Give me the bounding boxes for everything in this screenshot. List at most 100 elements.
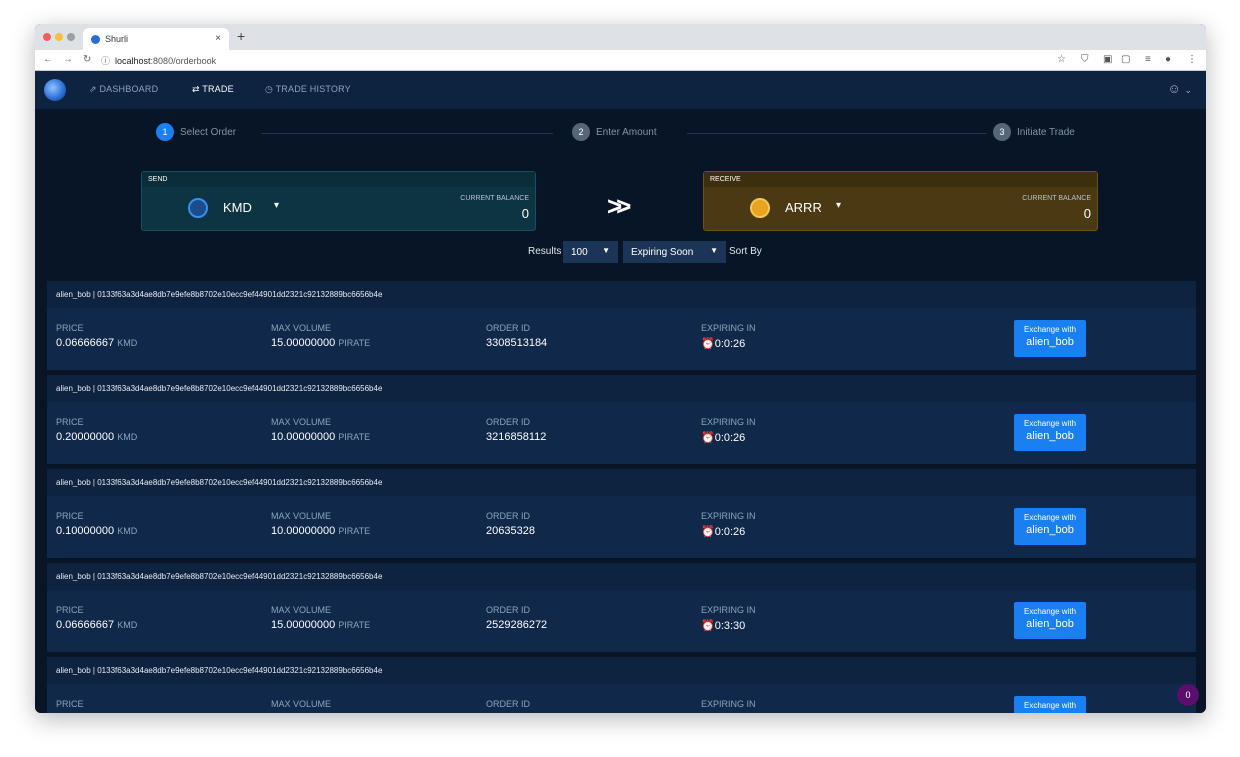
send-balance-label: CURRENT BALANCE	[460, 195, 529, 202]
price-label: PRICE	[56, 323, 84, 333]
browser-tab[interactable]: Shurli ×	[83, 28, 229, 50]
order-maker: alien_bob | 0133f63a3d4ae8db7e9efe8b8702…	[47, 375, 1196, 402]
caret-down-icon: ▾	[836, 200, 842, 211]
rocket-icon: ⇗	[89, 84, 100, 94]
send-balance-value: 0	[521, 206, 529, 221]
order-id-column: ORDER ID 20635328	[486, 511, 535, 537]
volume-unit: PIRATE	[338, 432, 371, 442]
step-number: 2	[572, 123, 590, 141]
trade-stepper: 1 Select Order 2 Enter Amount 3 Initiate…	[35, 123, 1206, 145]
exchange-button-label: Exchange with	[1023, 419, 1077, 428]
shurli-favicon-icon	[91, 34, 100, 44]
price-column: PRICE	[56, 699, 84, 709]
expiring-label: EXPIRING IN	[701, 699, 756, 709]
exchange-button-maker: alien_bob	[1026, 524, 1074, 536]
orderbook-page: 1 Select Order 2 Enter Amount 3 Initiate…	[35, 109, 1206, 713]
exchange-button-label: Exchange with	[1023, 701, 1077, 710]
alarm-clock-icon: ⏰	[701, 526, 715, 538]
exchange-button-maker: alien_bob	[1026, 618, 1074, 630]
order-id-column: ORDER ID 3308513184	[486, 323, 547, 349]
exchange-button[interactable]: Exchange with	[1014, 696, 1086, 713]
price-value: 0.10000000	[56, 525, 115, 537]
url-field[interactable]: ⓘ localhost:8080/orderbook	[101, 53, 1061, 68]
app-logo-icon[interactable]	[44, 79, 66, 101]
volume-column: MAX VOLUME	[271, 699, 331, 709]
price-unit: KMD	[117, 620, 138, 630]
tab-title: Shurli	[105, 34, 129, 44]
expiring-value: 0:0:26	[714, 526, 746, 538]
close-tab-icon[interactable]: ×	[215, 33, 221, 44]
price-label: PRICE	[56, 511, 84, 521]
order-details: PRICE 0.10000000 KMD MAX VOLUME 10.0000000…	[47, 496, 1196, 558]
order-id-label: ORDER ID	[486, 417, 531, 427]
price-value: 0.06666667	[56, 619, 115, 631]
order-maker: alien_bob | 0133f63a3d4ae8db7e9efe8b8702…	[47, 563, 1196, 590]
step-number: 1	[156, 123, 174, 141]
order-id-label: ORDER ID	[486, 323, 531, 333]
order-details: PRICE MAX VOLUME ORDER ID EXPIRING IN Ex…	[47, 684, 1196, 713]
sort-select[interactable]: Expiring Soon ▼	[623, 241, 726, 263]
volume-column: MAX VOLUME 10.00000000 PIRATE	[271, 417, 370, 443]
nav-item-label: DASHBOARD	[99, 84, 159, 94]
reading-list-icon[interactable]: ≡	[1145, 54, 1151, 65]
caret-down-icon: ▾	[274, 200, 280, 211]
reload-icon[interactable]: ↻	[83, 54, 91, 65]
info-icon: ⓘ	[101, 56, 111, 66]
volume-value: 10.00000000	[271, 431, 336, 443]
volume-label: MAX VOLUME	[271, 417, 332, 427]
order-details: PRICE 0.06666667 KMD MAX VOLUME 15.0000000…	[47, 308, 1196, 370]
send-coin-select[interactable]: KMD ▾ CURRENT BALANCE 0	[142, 188, 535, 230]
volume-value: 15.00000000	[271, 337, 336, 349]
exchange-button[interactable]: Exchange with alien_bob	[1014, 508, 1086, 545]
nav-item-label: TRADE HISTORY	[275, 84, 351, 94]
receive-coin-name: ARRR	[785, 200, 822, 215]
step-number: 3	[993, 123, 1011, 141]
results-select[interactable]: 100 ▼	[563, 241, 618, 263]
bookmark-star-icon[interactable]: ☆	[1057, 54, 1066, 65]
user-icon: ☺	[1167, 81, 1181, 96]
receive-coin-select[interactable]: ARRR ▾ CURRENT BALANCE 0	[704, 188, 1097, 230]
url-path: :8080/orderbook	[150, 55, 217, 66]
step-label: Select Order	[180, 126, 237, 138]
shield-extension-icon[interactable]: ⛉	[1081, 54, 1089, 65]
order-list: alien_bob | 0133f63a3d4ae8db7e9efe8b8702…	[47, 281, 1196, 713]
extension-icon[interactable]: ▢	[1121, 54, 1130, 65]
close-window-button[interactable]	[43, 33, 51, 41]
swap-direction-icon: >>	[607, 191, 632, 221]
minimize-window-button[interactable]	[55, 33, 63, 41]
extension-icon[interactable]: ▣	[1103, 54, 1112, 65]
order-id-label: ORDER ID	[486, 699, 531, 709]
order-id-value: 20635328	[486, 525, 535, 537]
receive-panel: RECEIVE ARRR ▾ CURRENT BALANCE 0	[703, 171, 1098, 231]
profile-avatar-icon[interactable]: ●	[1165, 54, 1171, 65]
order-id-column: ORDER ID 2529286272	[486, 605, 547, 631]
nav-item-trade-history[interactable]: ◷ TRADE HISTORY	[265, 84, 351, 95]
volume-unit: PIRATE	[338, 526, 371, 536]
new-tab-button[interactable]: +	[237, 28, 245, 44]
expiring-column: EXPIRING IN ⏰0:0:26	[701, 323, 756, 350]
menu-dots-icon[interactable]: ⋮	[1187, 54, 1197, 65]
nav-item-trade[interactable]: ⇄ TRADE	[192, 84, 234, 95]
sort-by-label: Sort By	[729, 246, 762, 257]
nav-item-dashboard[interactable]: ⇗ DASHBOARD	[89, 84, 158, 95]
order-maker: alien_bob | 0133f63a3d4ae8db7e9efe8b8702…	[47, 281, 1196, 308]
exchange-button[interactable]: Exchange with alien_bob	[1014, 414, 1086, 451]
exchange-button[interactable]: Exchange with alien_bob	[1014, 320, 1086, 357]
expiring-label: EXPIRING IN	[701, 511, 756, 521]
volume-column: MAX VOLUME 15.00000000 PIRATE	[271, 323, 370, 349]
expiring-column: EXPIRING IN	[701, 699, 756, 709]
app-navbar: ⇗ DASHBOARD ⇄ TRADE ◷ TRADE HISTORY ☺ ⌄	[35, 71, 1206, 109]
order-id-label: ORDER ID	[486, 605, 531, 615]
order-card: alien_bob | 0133f63a3d4ae8db7e9efe8b8702…	[47, 281, 1196, 375]
notification-badge[interactable]: 0	[1177, 684, 1199, 706]
user-menu[interactable]: ☺ ⌄	[1168, 81, 1192, 96]
maximize-window-button[interactable]	[67, 33, 75, 41]
order-details: PRICE 0.20000000 KMD MAX VOLUME 10.0000000…	[47, 402, 1196, 464]
alarm-clock-icon: ⏰	[701, 338, 715, 350]
send-header: SEND	[142, 172, 535, 187]
back-arrow-icon[interactable]: ←	[43, 54, 53, 65]
caret-down-icon: ▼	[710, 246, 718, 255]
forward-arrow-icon[interactable]: →	[63, 54, 73, 65]
exchange-button[interactable]: Exchange with alien_bob	[1014, 602, 1086, 639]
url-host: localhost	[115, 55, 151, 66]
